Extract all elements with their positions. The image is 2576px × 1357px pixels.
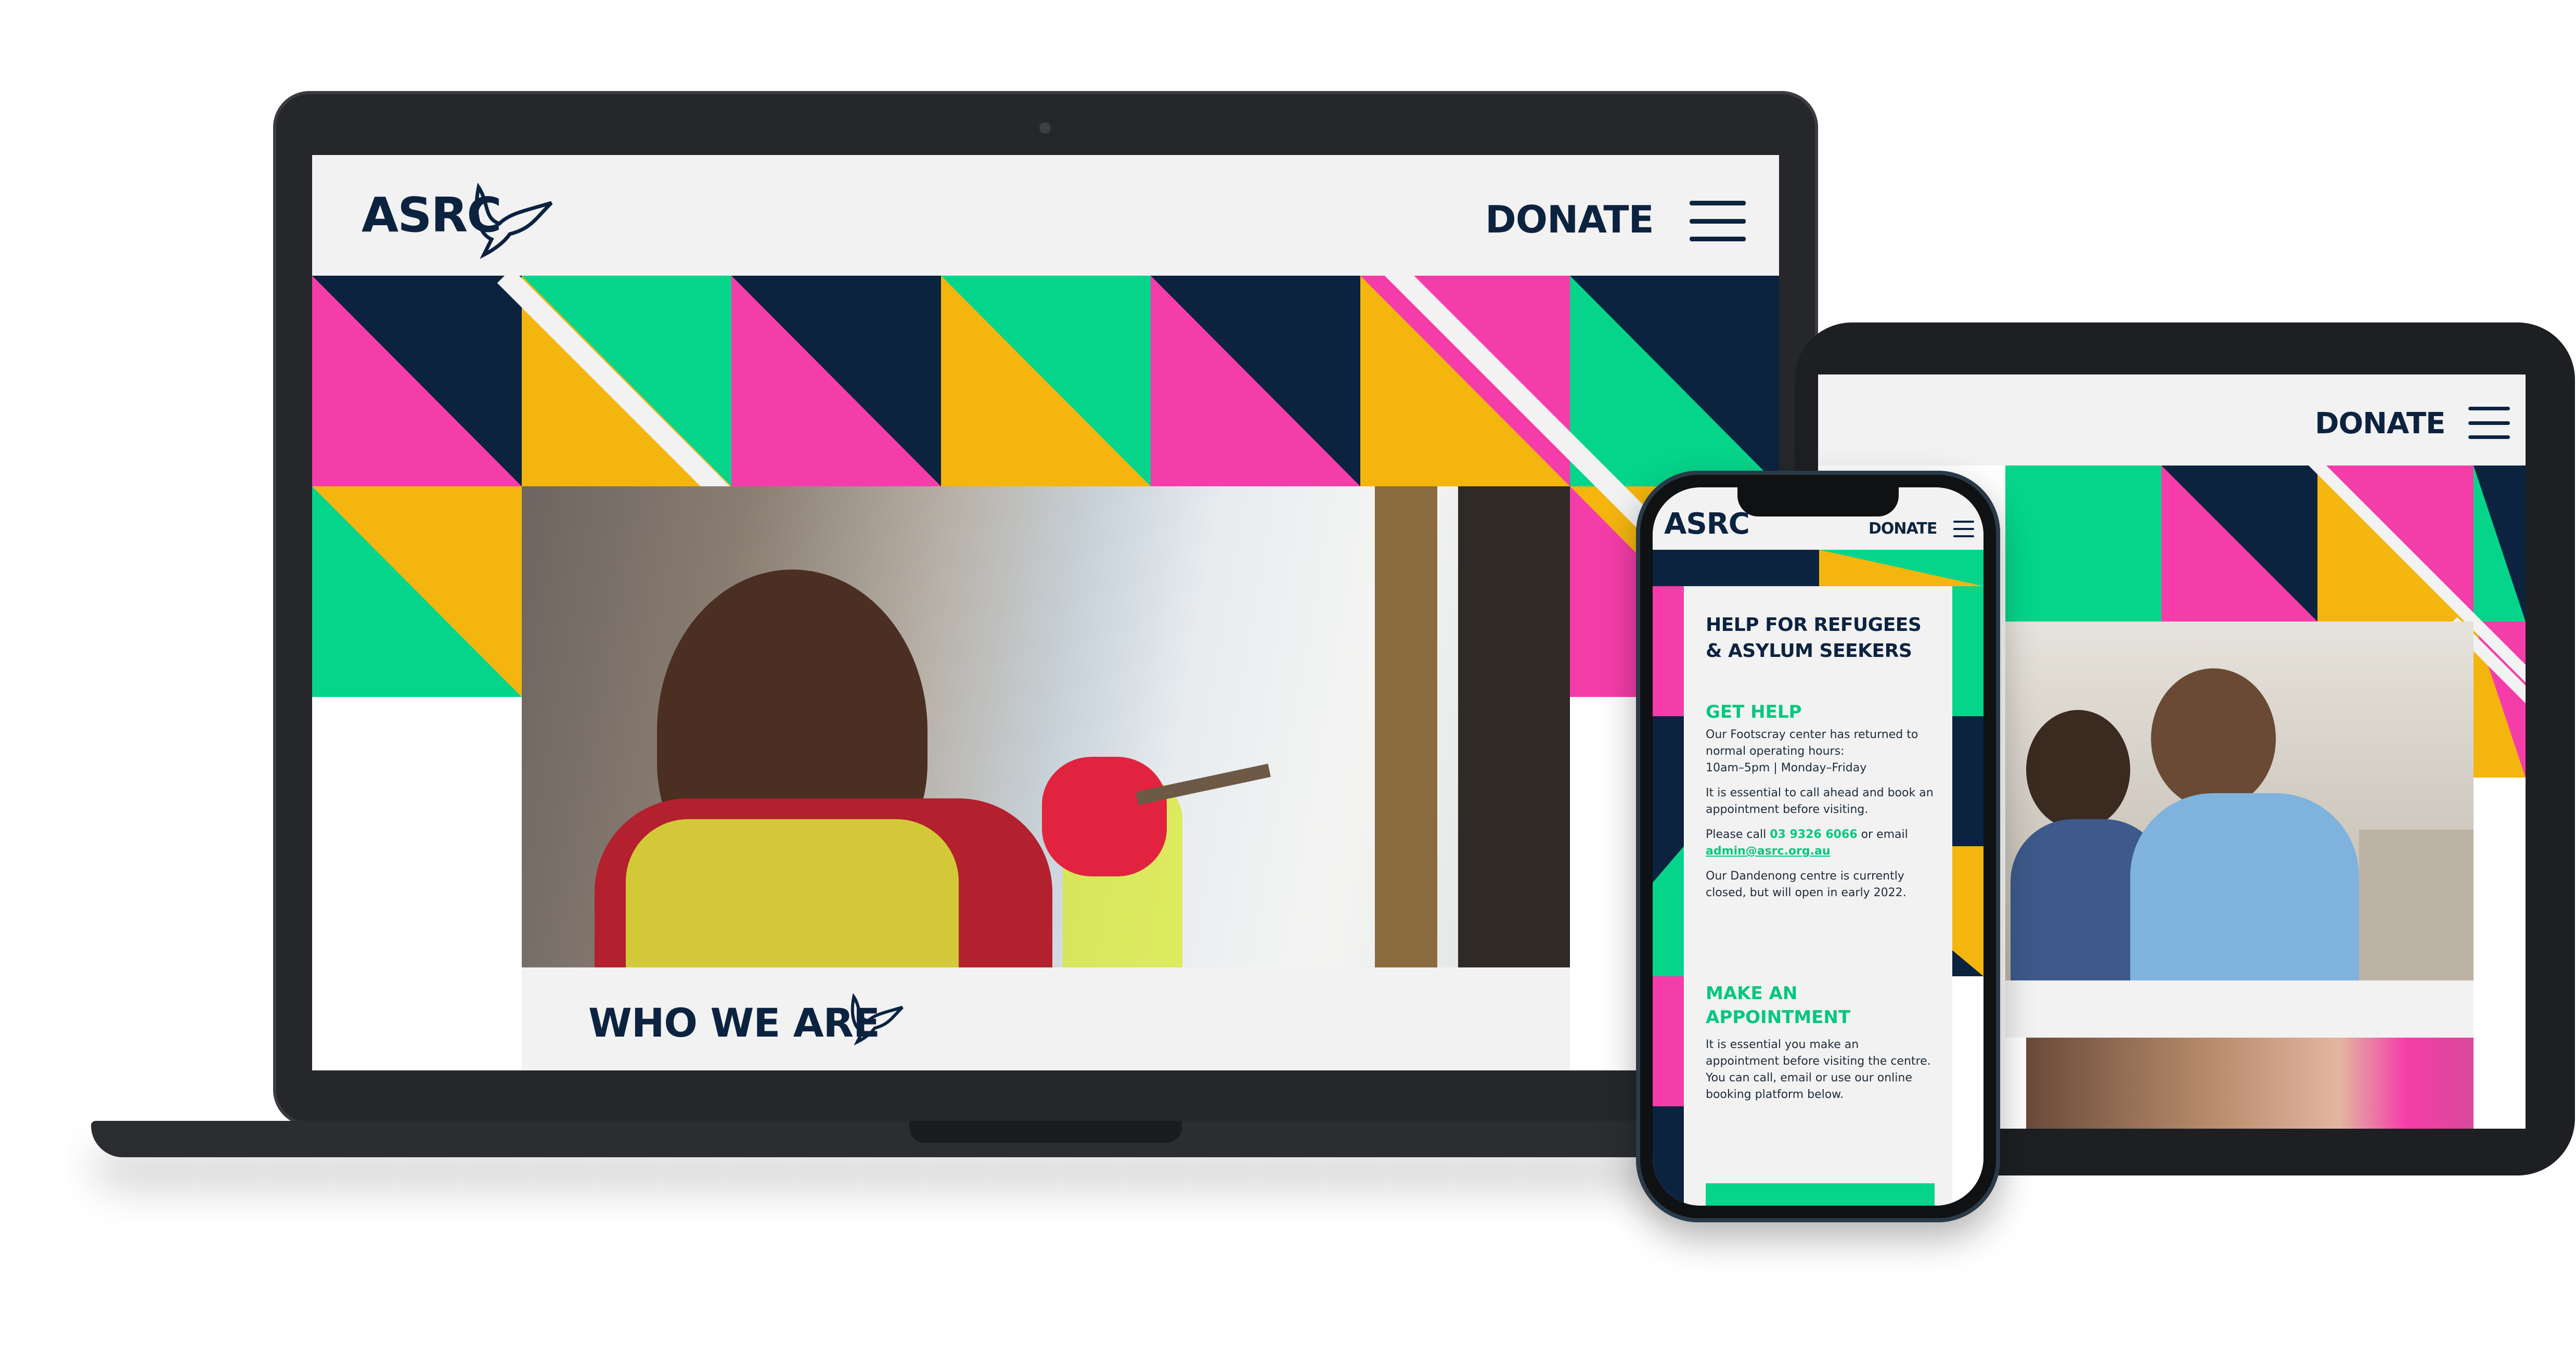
family-photo [2005,622,2474,980]
laptop-hinge-notch [909,1121,1182,1143]
laptop-screen: ASRC DONATE WHO WE ARE [312,155,1779,1070]
site-header: ASRC DONATE [312,155,1779,276]
page-title: HELP FOR REFUGEES & ASYLUM SEEKERS [1706,614,1922,662]
donate-link[interactable]: DONATE [2315,407,2445,441]
phone-notch [1737,487,1899,516]
hamburger-menu-icon[interactable] [1690,201,1746,241]
laptop-camera [1039,122,1051,134]
get-help-text: Our Footscray center has returned to nor… [1706,728,1934,899]
appointment-text: It is essential you make an appointment … [1706,1038,1931,1101]
content-photo [2026,1038,2474,1129]
donate-link[interactable]: DONATE [1485,198,1654,241]
dove-icon [851,993,904,1045]
appointment-heading: MAKE AN APPOINTMENT [1706,983,1851,1028]
hamburger-menu-icon[interactable] [2468,407,2510,439]
phone-screen: ASRC DONATE HELP FOR REFUGEES & ASYLUM S… [1653,487,1983,1206]
hero-photo [522,486,1570,967]
phone-link[interactable]: 03 9326 6066 [1770,828,1857,841]
who-we-are-section: WHO WE ARE [522,967,1570,1070]
asrc-logo[interactable]: ASRC [1664,507,1750,541]
help-card: HELP FOR REFUGEES & ASYLUM SEEKERS GET H… [1685,586,1952,1206]
get-help-heading: GET HELP [1706,702,1802,722]
dove-icon [474,183,553,259]
section-title: WHO WE ARE [588,1000,880,1046]
booking-button[interactable] [1706,1183,1935,1206]
site-header: DONATE [1818,374,2526,466]
hamburger-menu-icon[interactable] [1953,521,1974,537]
donate-link[interactable]: DONATE [1869,520,1937,538]
email-link[interactable]: admin@asrc.org.au [1706,845,1831,858]
